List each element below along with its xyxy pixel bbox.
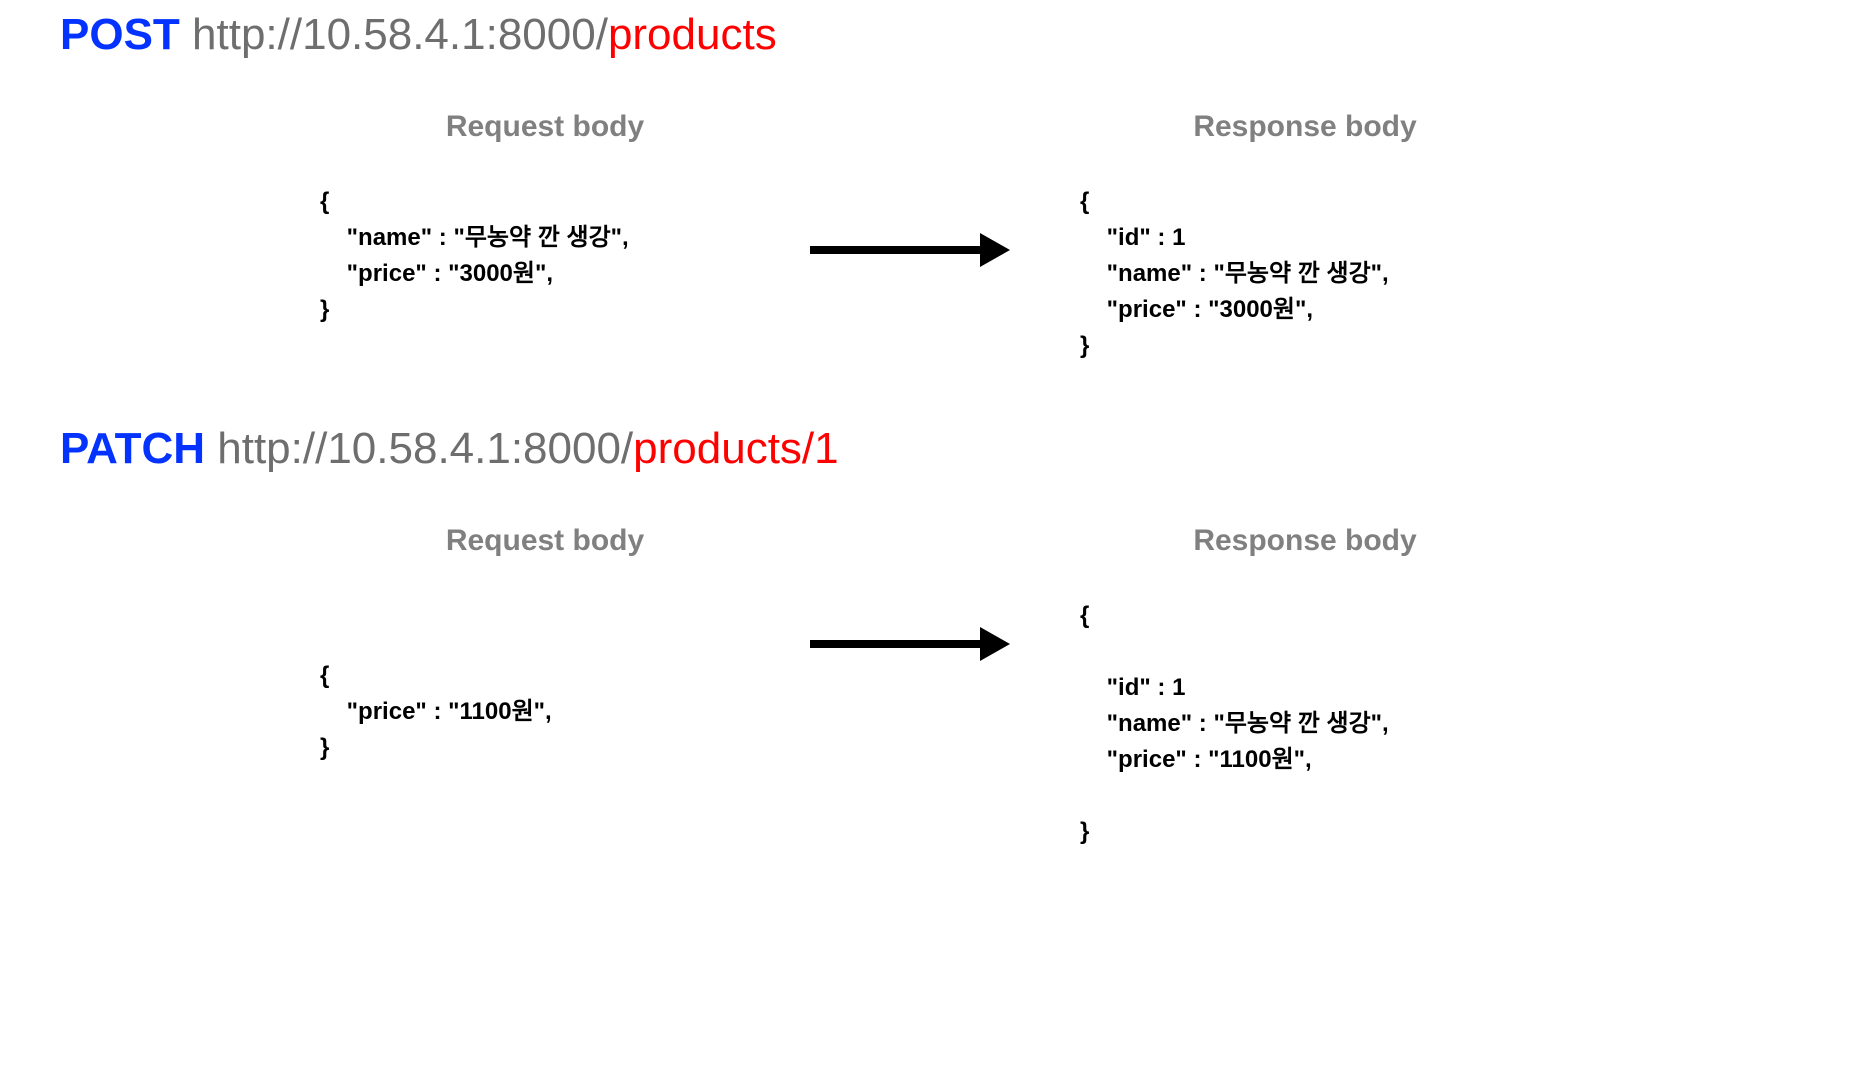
post-request-column: Request body { "name" : "무농약 깐 생강", "pri…: [320, 110, 770, 328]
patch-response-column: Response body { "id" : 1 "name" : "무농약 깐…: [1080, 524, 1530, 850]
patch-request-body: { "price" : "1100원", }: [320, 658, 770, 766]
post-request-body: { "name" : "무농약 깐 생강", "price" : "3000원"…: [320, 184, 770, 328]
post-url-path: products: [608, 10, 777, 59]
patch-request-label: Request body: [320, 524, 770, 558]
post-arrow-column: [770, 110, 1050, 260]
post-section: POST http://10.58.4.1:8000/products Requ…: [60, 10, 1792, 364]
post-request-label: Request body: [320, 110, 770, 144]
patch-request-column: Request body { "price" : "1100원", }: [320, 524, 770, 766]
patch-url-path: products/1: [633, 424, 838, 473]
post-url-base: http://10.58.4.1:8000/: [192, 10, 608, 59]
patch-response-label: Response body: [1080, 524, 1530, 558]
patch-header: PATCH http://10.58.4.1:8000/products/1: [60, 424, 1792, 474]
post-response-label: Response body: [1080, 110, 1530, 144]
post-response-column: Response body { "id" : 1 "name" : "무농약 깐…: [1080, 110, 1530, 364]
patch-method: PATCH: [60, 424, 205, 473]
patch-response-body: { "id" : 1 "name" : "무농약 깐 생강", "price" …: [1080, 598, 1530, 850]
post-method: POST: [60, 10, 180, 59]
patch-body-row: Request body { "price" : "1100원", } Resp…: [60, 524, 1792, 850]
post-header: POST http://10.58.4.1:8000/products: [60, 10, 1792, 60]
post-body-row: Request body { "name" : "무농약 깐 생강", "pri…: [60, 110, 1792, 364]
arrow-icon: [810, 240, 1010, 260]
arrow-icon: [810, 634, 1010, 654]
patch-section: PATCH http://10.58.4.1:8000/products/1 R…: [60, 424, 1792, 850]
patch-url-base: http://10.58.4.1:8000/: [217, 424, 633, 473]
patch-arrow-column: [770, 524, 1050, 654]
post-response-body: { "id" : 1 "name" : "무농약 깐 생강", "price" …: [1080, 184, 1530, 364]
